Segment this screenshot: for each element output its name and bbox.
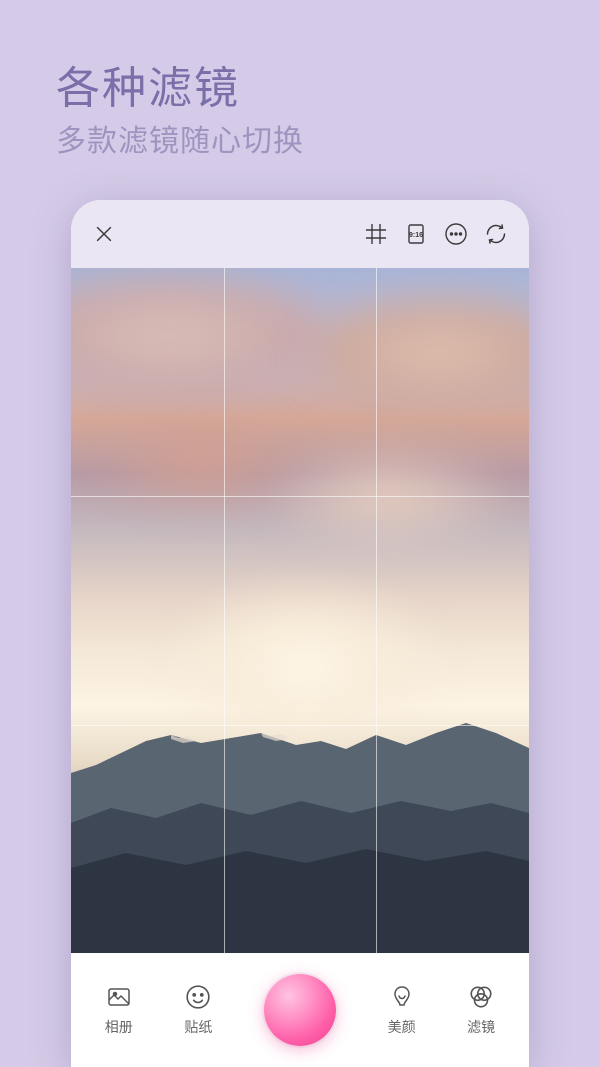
filter-icon	[467, 984, 495, 1010]
promo-title: 各种滤镜	[56, 52, 240, 116]
svg-text:9:16: 9:16	[409, 232, 423, 239]
album-label: 相册	[105, 1017, 133, 1037]
mountain-shape	[71, 693, 529, 953]
beauty-icon	[390, 984, 414, 1010]
aspect-ratio-button[interactable]: 9:16	[401, 219, 431, 249]
album-icon	[105, 985, 133, 1009]
filter-label: 滤镜	[467, 1017, 495, 1037]
switch-camera-icon	[484, 222, 508, 246]
switch-camera-button[interactable]	[481, 219, 511, 249]
filter-button[interactable]: 滤镜	[467, 984, 495, 1037]
more-icon	[444, 222, 468, 246]
camera-viewport[interactable]	[71, 268, 529, 953]
shutter-button[interactable]	[264, 974, 336, 1046]
camera-topbar: 9:16	[71, 200, 529, 268]
sticker-icon	[185, 984, 211, 1010]
album-button[interactable]: 相册	[105, 984, 133, 1037]
grid-icon	[364, 222, 388, 246]
phone-frame: 9:16	[71, 200, 529, 1067]
sticker-button[interactable]: 贴纸	[184, 984, 212, 1037]
close-icon	[93, 223, 115, 245]
beauty-button[interactable]: 美颜	[388, 984, 416, 1037]
sticker-label: 贴纸	[184, 1017, 212, 1037]
more-options-button[interactable]	[441, 219, 471, 249]
promo-subtitle: 多款滤镜随心切换	[56, 116, 304, 160]
aspect-icon: 9:16	[404, 222, 428, 246]
camera-bottombar: 相册 贴纸 美颜 滤镜	[71, 953, 529, 1067]
cloud-shape	[269, 448, 509, 548]
close-button[interactable]	[89, 219, 119, 249]
grid-toggle-button[interactable]	[361, 219, 391, 249]
beauty-label: 美颜	[388, 1017, 416, 1037]
